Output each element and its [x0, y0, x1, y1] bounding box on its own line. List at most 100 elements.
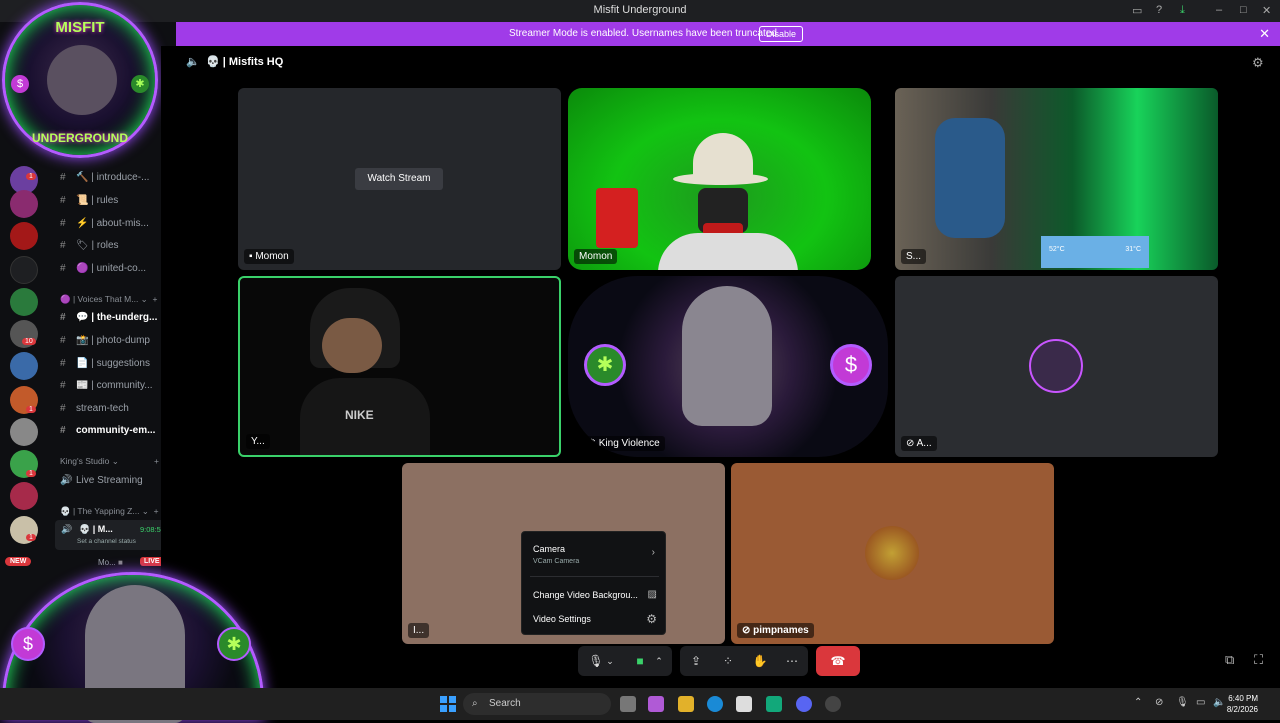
inbox-icon[interactable]: ▭: [1132, 4, 1142, 17]
disable-button[interactable]: Disable: [759, 26, 804, 42]
video-tile[interactable]: 52°C 31°C S...: [895, 88, 1218, 270]
camera-label: Camera: [533, 544, 566, 554]
channel-live-streaming[interactable]: 🔊 Live Streaming: [60, 475, 143, 486]
channel-united[interactable]: # 🟣 | united-co...: [60, 263, 146, 274]
video-tile[interactable]: Momon: [568, 88, 871, 270]
edge-icon[interactable]: [707, 696, 723, 712]
change-bg-label: Change Video Backgrou...: [533, 590, 638, 600]
channel-about[interactable]: # ⚡ | about-mis...: [60, 218, 149, 229]
store-icon[interactable]: [736, 696, 752, 712]
voice-member[interactable]: Mo... ■: [98, 558, 123, 567]
channel-status[interactable]: Set a channel status: [77, 538, 136, 545]
gear-icon: ⚙: [646, 612, 657, 626]
fullscreen-icon[interactable]: ⛶: [1254, 652, 1263, 668]
server-icon[interactable]: [10, 222, 38, 250]
video-settings-item[interactable]: Video Settings ⚙: [522, 609, 667, 631]
channel-community-em[interactable]: # community-em...: [60, 425, 155, 436]
tile-name: ⊘ A...: [901, 436, 937, 451]
channel-emoji: 💬: [76, 312, 89, 323]
channel-rules[interactable]: # 📜 | rules: [60, 195, 118, 206]
more-icon[interactable]: ⋯: [778, 646, 806, 676]
chevron-down-icon[interactable]: ⌄: [602, 646, 618, 676]
camera-menu-item[interactable]: Camera VCam Camera ›: [522, 538, 667, 572]
channel-photo-dump[interactable]: # 📸 | photo-dump: [60, 335, 150, 346]
logo-text: UNDERGROUND: [32, 131, 128, 145]
network-icon[interactable]: ⊘: [1155, 697, 1163, 708]
server-icon[interactable]: [10, 482, 38, 510]
minimize-icon[interactable]: –: [1216, 4, 1222, 16]
disconnect-button[interactable]: ☎: [816, 646, 860, 676]
channel-the-underground[interactable]: # 💬 | the-underg...: [60, 312, 157, 323]
discord-icon[interactable]: [796, 696, 812, 712]
temp-right: 31°C: [1125, 246, 1141, 253]
server-icon[interactable]: [10, 256, 38, 284]
copilot-icon[interactable]: [648, 696, 664, 712]
channel-emoji: 📸: [76, 335, 89, 346]
video-tile[interactable]: ✱ $ ♛ King Violence: [568, 276, 888, 457]
display-icon[interactable]: ▭: [1196, 697, 1205, 708]
start-icon[interactable]: [440, 696, 456, 712]
channel-introduce[interactable]: # 🔨 | introduce-...: [60, 172, 149, 183]
video-tile[interactable]: NIKE Y...: [238, 276, 561, 457]
taskbar-search[interactable]: ⌕ Search: [463, 693, 611, 715]
obs-icon[interactable]: [825, 696, 841, 712]
server-icon[interactable]: [10, 190, 38, 218]
download-icon[interactable]: ⤓: [1180, 4, 1185, 17]
unread-badge: 10: [22, 338, 36, 345]
tile-name-text: King Violence: [598, 438, 660, 449]
tile-name: ⊘ pimpnames: [737, 623, 814, 638]
watch-stream-button[interactable]: Watch Stream: [355, 168, 443, 190]
active-voice-channel[interactable]: 🔊 💀 | M... 9:08:51 Set a channel status: [55, 520, 169, 550]
channel-emoji: 📰: [76, 380, 89, 391]
channel-roles[interactable]: # 🏷 | roles: [60, 240, 119, 251]
channel-label: rules: [96, 195, 119, 206]
server-logo: MISFIT UNDERGROUND $ ✱: [2, 2, 158, 158]
channel-suggestions[interactable]: # 📄 | suggestions: [60, 358, 150, 369]
search-icon: ⌕: [472, 698, 478, 709]
maximize-icon[interactable]: □: [1240, 4, 1247, 16]
tile-name: I...: [408, 623, 430, 638]
clock-time: 6:40 PM: [1228, 694, 1258, 703]
screen-share-icon[interactable]: ⇪: [682, 646, 710, 676]
taskbar: ⌕ Search ⌃ ⊘ 🎙 ▭ 🔈 6:40 PM 8/2/2026: [0, 688, 1280, 720]
tile-name-text: A...: [916, 438, 932, 449]
category-voices[interactable]: 🟣 | Voices That M... ⌄ +: [60, 294, 157, 305]
channel-emoji: 🏷: [76, 240, 89, 251]
close-banner-icon[interactable]: ✕: [1259, 26, 1270, 42]
clock[interactable]: 6:40 PM 8/2/2026: [1227, 693, 1258, 715]
channel-community[interactable]: # 📰 | community...: [60, 380, 153, 391]
popout-icon[interactable]: ⧉: [1225, 652, 1234, 668]
file-explorer-icon[interactable]: [678, 696, 694, 712]
activities-icon[interactable]: ⁘: [714, 646, 742, 676]
category-kings-studio[interactable]: King's Studio ⌄ +: [60, 456, 159, 467]
user-avatar: [865, 526, 919, 580]
microphone-icon[interactable]: 🎙: [1176, 697, 1189, 708]
chevron-up-icon[interactable]: ⌃: [1134, 697, 1142, 708]
soundboard-icon[interactable]: ✋: [746, 646, 774, 676]
channel-emoji: 📜: [76, 195, 89, 206]
muted-icon: ⊘: [742, 625, 751, 636]
leaf-icon: ✱: [131, 75, 149, 93]
task-view-icon[interactable]: [620, 696, 636, 712]
category-label: Voices That M...: [77, 294, 139, 304]
volume-icon[interactable]: 🔈: [1213, 697, 1225, 708]
unread-badge: 1: [26, 534, 36, 541]
video-tile[interactable]: Watch Stream ▪ Momon: [238, 88, 561, 270]
close-window-icon[interactable]: ✕: [1262, 4, 1271, 17]
chevron-up-icon[interactable]: ⌃: [650, 646, 668, 676]
server-icon[interactable]: [10, 418, 38, 446]
app-icon[interactable]: [766, 696, 782, 712]
video-tile[interactable]: ⊘ pimpnames: [731, 463, 1054, 644]
activity-icon[interactable]: ⚙: [1252, 55, 1264, 71]
server-icon[interactable]: [10, 288, 38, 316]
channel-emoji: 🔨: [76, 172, 89, 183]
help-icon[interactable]: ?: [1156, 4, 1162, 16]
dollar-icon: $: [11, 627, 45, 661]
media-controls: 🎙 ⌄ ■ ⌃: [578, 646, 672, 676]
camera-menu: Camera VCam Camera › Change Video Backgr…: [521, 531, 666, 635]
server-icon[interactable]: [10, 352, 38, 380]
channel-stream-tech[interactable]: # stream-tech: [60, 403, 129, 414]
video-tile[interactable]: ⊘ A...: [895, 276, 1218, 457]
category-yapping[interactable]: 💀 | The Yapping Z... ⌄ +: [60, 506, 159, 517]
change-background-item[interactable]: Change Video Backgrou... ▨: [522, 585, 667, 607]
